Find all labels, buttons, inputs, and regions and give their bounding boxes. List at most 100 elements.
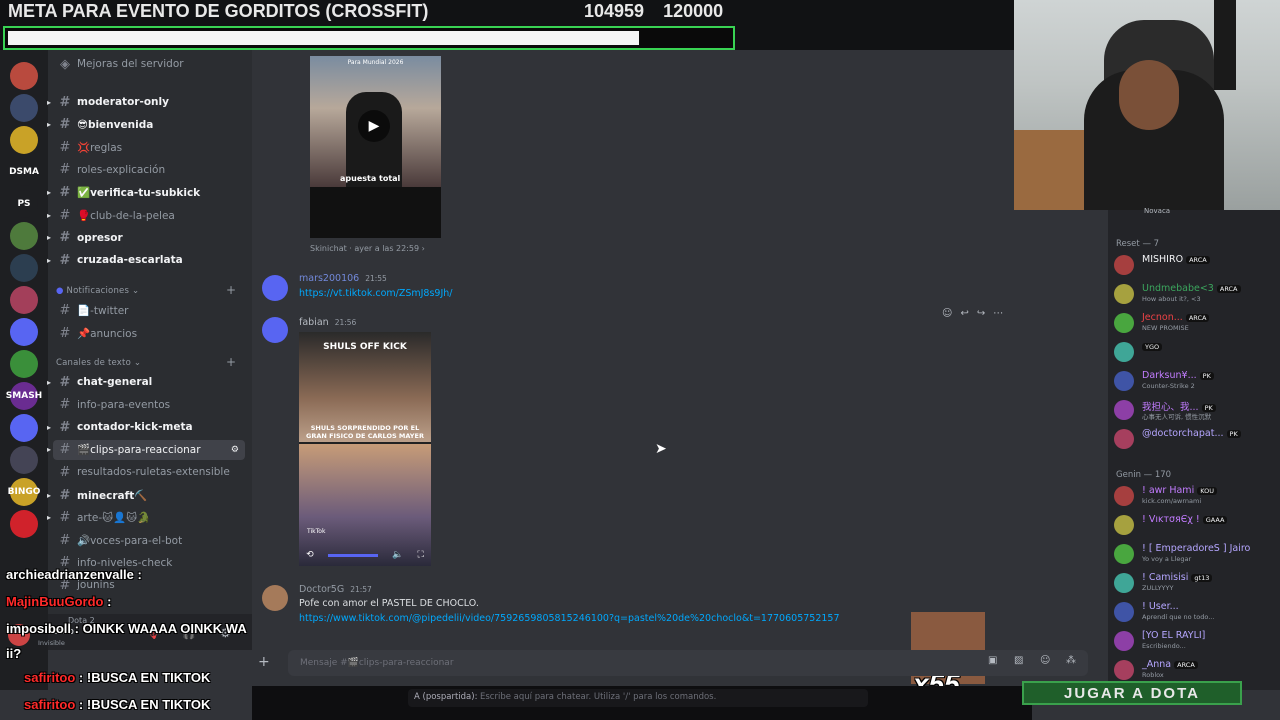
channel-item[interactable]: ▸ # contador-kick-meta (47, 417, 245, 437)
category-notificaciones[interactable]: ● Notificaciones ⌄ + (56, 283, 236, 297)
member-row[interactable]: ! User... Aprendí que no todo... (1114, 599, 1276, 623)
avatar[interactable] (262, 585, 288, 611)
channel-label: resultados-ruletas-extensible (77, 466, 230, 479)
channel-item[interactable]: ▸ # arte-🐱👤🐱🐊 (47, 508, 245, 528)
overlay-chat-text: : (107, 594, 112, 609)
channel-item[interactable]: # roles-explicación (53, 160, 245, 180)
hash-icon: # (59, 464, 71, 480)
member-name: Jecnon... ARCA (1142, 312, 1210, 323)
timestamp: 21:56 (334, 318, 357, 327)
member-row[interactable]: Darksun¥... PK Counter-Strike 2 (1114, 368, 1276, 392)
avatar[interactable] (262, 275, 288, 301)
member-name: MISHIRO ARCA (1142, 254, 1210, 265)
reaction-icon[interactable]: ☺ (942, 308, 952, 319)
add-attachment-icon[interactable]: + (258, 654, 270, 670)
forward-icon[interactable]: ↪ (977, 308, 985, 319)
member-status: Escribiendo... (1142, 642, 1186, 650)
user-status: Invisible (38, 639, 65, 647)
replay-icon[interactable]: ⟲ (306, 550, 314, 560)
server-icon[interactable] (10, 350, 38, 378)
member-row[interactable]: 我担心、我... PK 心事无人可诉, 惯性沉默 (1114, 397, 1276, 421)
member-row[interactable]: ! VıĸтσяЄχ ! GAAA (1114, 512, 1276, 536)
member-row[interactable]: MISHIRO ARCA (1114, 252, 1276, 276)
member-row[interactable]: Undmebabe<3 ARCA How about it?, <3 (1114, 281, 1276, 305)
channel-item[interactable]: # 🔊voces-para-el-bot (53, 530, 245, 550)
message-link[interactable]: https://vt.tiktok.com/ZSmJ8s9Jh/ (299, 288, 453, 299)
member-tag: ARCA (1216, 285, 1241, 293)
server-icon[interactable]: PS (10, 190, 38, 218)
server-icon[interactable] (10, 126, 38, 154)
play-icon[interactable]: ▶ (358, 110, 390, 142)
video-embed-1[interactable]: Para Mundial 2026 ▶ apuesta total (310, 56, 441, 238)
fullscreen-icon[interactable]: ⛶ (418, 550, 424, 560)
channel-item[interactable]: ▸ # minecraft⛏️ (47, 485, 245, 505)
message-input[interactable]: Mensaje #🎬clips-para-reaccionar + ▣ ▨ ☺ … (258, 650, 1088, 676)
channel-item[interactable]: ▸ # ✅verifica-tu-subkick (47, 182, 245, 202)
server-icon[interactable] (10, 414, 38, 442)
server-icon[interactable]: DSMA (9, 158, 39, 186)
message-author[interactable]: mars200106 21:55 (299, 273, 387, 284)
channel-item[interactable]: ▸ # 🎬clips-para-reaccionar ⚙ (47, 439, 245, 460)
server-icon[interactable] (10, 446, 38, 474)
message-input-placeholder: Mensaje #🎬clips-para-reaccionar (300, 658, 454, 668)
channel-label: opresor (77, 231, 123, 244)
category-canales-texto[interactable]: Canales de texto ⌄ + (56, 355, 236, 369)
hash-icon: # (59, 532, 71, 548)
thread-meta[interactable]: Skinichat · ayer a las 22:59 › (310, 244, 425, 253)
channel-item[interactable]: ▸ # moderator-only (47, 92, 245, 112)
channel-item[interactable]: ▸ # cruzada-escarlata (47, 250, 245, 270)
timestamp: 21:55 (365, 274, 387, 283)
member-row[interactable]: [YO EL RAYLI] Escribiendo... (1114, 628, 1276, 652)
video-embed-2[interactable]: SHULS OFF KICK SHULS SORPRENDIDO POR EL … (299, 332, 431, 566)
stream-chat-bar: A (pospartida): Escribe aquí para chatea… (252, 686, 1032, 720)
server-icon[interactable] (10, 286, 38, 314)
server-icon[interactable] (10, 222, 38, 250)
gif-icon[interactable]: ▨ (1014, 655, 1023, 666)
member-row[interactable]: ! [ EmperadoreS ] Jairo Yo voy a Llegar (1114, 541, 1276, 565)
channel-item[interactable]: # 💢reglas (53, 137, 245, 157)
channel-item[interactable]: ▸ # 🥊club-de-la-pelea (47, 205, 245, 225)
channel-item[interactable]: # 📄-twitter (53, 300, 245, 320)
channel-item[interactable]: # 📌anuncios (53, 323, 245, 343)
member-row[interactable]: ! awr Hami KOU kick.com/awrnami (1114, 483, 1276, 507)
play-dota-button[interactable]: JUGAR A DOTA (1022, 681, 1242, 705)
gift-icon[interactable]: ▣ (988, 655, 997, 666)
server-icon[interactable] (10, 318, 38, 346)
member-name: ! awr Hami KOU (1142, 485, 1218, 496)
chevron-right-icon: ▸ (47, 120, 52, 130)
channel-item[interactable]: ▸ # chat-general (47, 372, 245, 392)
channel-item[interactable]: # resultados-ruletas-extensible (53, 462, 245, 482)
add-channel-icon[interactable]: + (226, 355, 236, 369)
volume-icon[interactable]: 🔈 (392, 550, 403, 560)
server-icon[interactable] (10, 62, 38, 90)
server-icon[interactable] (10, 510, 38, 538)
member-row[interactable]: _Anna ARCA Roblox (1114, 657, 1276, 681)
server-icon[interactable]: SMASH (6, 382, 42, 410)
hash-icon: # (59, 184, 71, 200)
avatar[interactable] (262, 317, 288, 343)
channel-item[interactable]: # info-para-eventos (53, 395, 245, 415)
add-channel-icon[interactable]: + (226, 283, 236, 297)
member-status: How about it?, <3 (1142, 295, 1201, 303)
stream-chat-input[interactable]: A (pospartida): Escribe aquí para chatea… (408, 689, 868, 707)
channel-item[interactable]: ▸ # 😎bienvenida (47, 115, 245, 135)
more-icon[interactable]: ⋯ (993, 308, 1003, 319)
member-row[interactable]: YGO (1114, 339, 1276, 363)
server-boost-link[interactable]: ◈ Mejoras del servidor (53, 54, 245, 74)
apps-icon[interactable]: ⁂ (1066, 655, 1076, 666)
video-scrubber[interactable] (327, 553, 378, 557)
member-tag: YGO (1142, 343, 1163, 351)
settings-icon[interactable]: ⚙ (231, 445, 239, 455)
message-author[interactable]: Doctor5G 21:57 (299, 584, 372, 595)
emoji-icon[interactable]: ☺ (1040, 655, 1050, 666)
member-row[interactable]: ! Camisisi gt13 ZULLYYYY (1114, 570, 1276, 594)
message-link[interactable]: https://www.tiktok.com/@pipedelii/video/… (299, 613, 840, 624)
member-row[interactable]: @doctorchapat... PK (1114, 426, 1276, 450)
member-row[interactable]: Jecnon... ARCA NEW PROMISE (1114, 310, 1276, 334)
server-icon[interactable] (10, 94, 38, 122)
server-icon[interactable] (10, 254, 38, 282)
channel-item[interactable]: ▸ # opresor (47, 228, 245, 248)
reply-icon[interactable]: ↩ (960, 308, 968, 319)
message-author[interactable]: fabian 21:56 (299, 317, 356, 328)
server-icon[interactable]: BINGO (8, 478, 40, 506)
